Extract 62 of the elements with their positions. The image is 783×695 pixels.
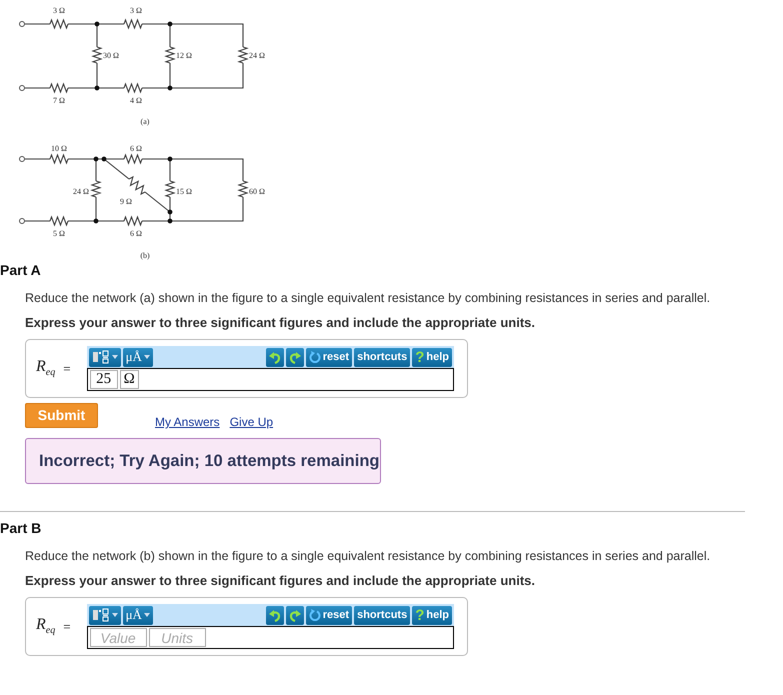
resistance-label: 4 Ω	[130, 96, 142, 105]
resistance-label: 60 Ω	[249, 187, 265, 196]
question-text: Reduce the network (a) shown in the figure to a single equivalent resistance by combining resistances in series and parallel.	[25, 291, 712, 305]
resistance-label: 24 Ω	[249, 51, 265, 60]
question-text: Reduce the network (b) shown in the figure to a single equivalent resistance by combining resistances in series and parallel.	[25, 549, 712, 563]
units-field[interactable]: Units	[148, 628, 206, 647]
figure-caption: (b)	[140, 251, 150, 260]
resistance-label: 6 Ω	[130, 144, 142, 153]
template-icon	[92, 608, 110, 622]
resistance-label: 7 Ω	[53, 96, 65, 105]
caret-icon	[144, 355, 150, 359]
help-button[interactable]: ?help	[412, 606, 452, 624]
figure-caption: (a)	[140, 117, 150, 126]
instruction-text: Express your answer to three significant figures and include the appropriate units.	[25, 315, 536, 330]
value-field[interactable]: 25	[90, 370, 118, 389]
resistance-label: 24 Ω	[73, 187, 89, 196]
reset-icon	[308, 609, 321, 621]
templates-button[interactable]	[88, 348, 121, 366]
templates-button[interactable]	[88, 606, 121, 624]
caret-icon	[112, 355, 118, 359]
reset-button[interactable]: reset	[306, 606, 352, 624]
redo-button[interactable]	[286, 348, 304, 366]
value-field[interactable]: Value	[90, 628, 147, 647]
answer-link[interactable]: Give Up	[230, 415, 274, 429]
units-field[interactable]: Ω	[120, 370, 139, 389]
template-icon	[92, 350, 110, 364]
shortcuts-button[interactable]: shortcuts	[354, 348, 410, 366]
answer-field[interactable]: 25 Ω	[86, 368, 454, 391]
units-button[interactable]: μÅ	[122, 606, 153, 624]
variable-label: R$_{eq}$	[36, 616, 56, 637]
help-button[interactable]: ?help	[412, 348, 452, 366]
undo-button[interactable]	[266, 606, 284, 624]
resistance-label: 3 Ω	[130, 6, 142, 15]
resistance-label: 5 Ω	[53, 229, 65, 238]
feedback-message: Incorrect; Try Again; 10 attempts remaining	[25, 438, 381, 484]
answer-field[interactable]: Value Units	[86, 626, 454, 649]
resistance-label: 30 Ω	[103, 51, 119, 60]
equals-sign: =	[63, 360, 71, 376]
undo-icon	[268, 350, 281, 364]
resistance-label: 12 Ω	[176, 51, 192, 60]
undo-button[interactable]	[266, 348, 284, 366]
resistance-label: 6 Ω	[130, 229, 142, 238]
undo-icon	[268, 608, 281, 622]
reset-icon	[308, 351, 321, 363]
resistance-label: 3 Ω	[53, 6, 65, 15]
caret-icon	[112, 613, 118, 617]
redo-button[interactable]	[286, 606, 304, 624]
part-heading: Part B	[0, 520, 42, 536]
variable-label: R$_{eq}$	[36, 358, 56, 379]
redo-icon	[288, 350, 301, 364]
part-heading: Part A	[0, 262, 42, 278]
resistance-label: 9 Ω	[120, 197, 132, 206]
shortcuts-button[interactable]: shortcuts	[354, 606, 410, 624]
equals-sign: =	[63, 618, 71, 634]
resistance-label: 15 Ω	[176, 187, 192, 196]
instruction-text: Express your answer to three significant figures and include the appropriate units.	[25, 573, 536, 588]
reset-button[interactable]: reset	[306, 348, 352, 366]
redo-icon	[288, 608, 301, 622]
caret-icon	[144, 613, 150, 617]
units-button[interactable]: μÅ	[122, 348, 153, 366]
answer-link[interactable]: My Answers	[155, 415, 220, 429]
resistance-label: 10 Ω	[51, 144, 67, 153]
